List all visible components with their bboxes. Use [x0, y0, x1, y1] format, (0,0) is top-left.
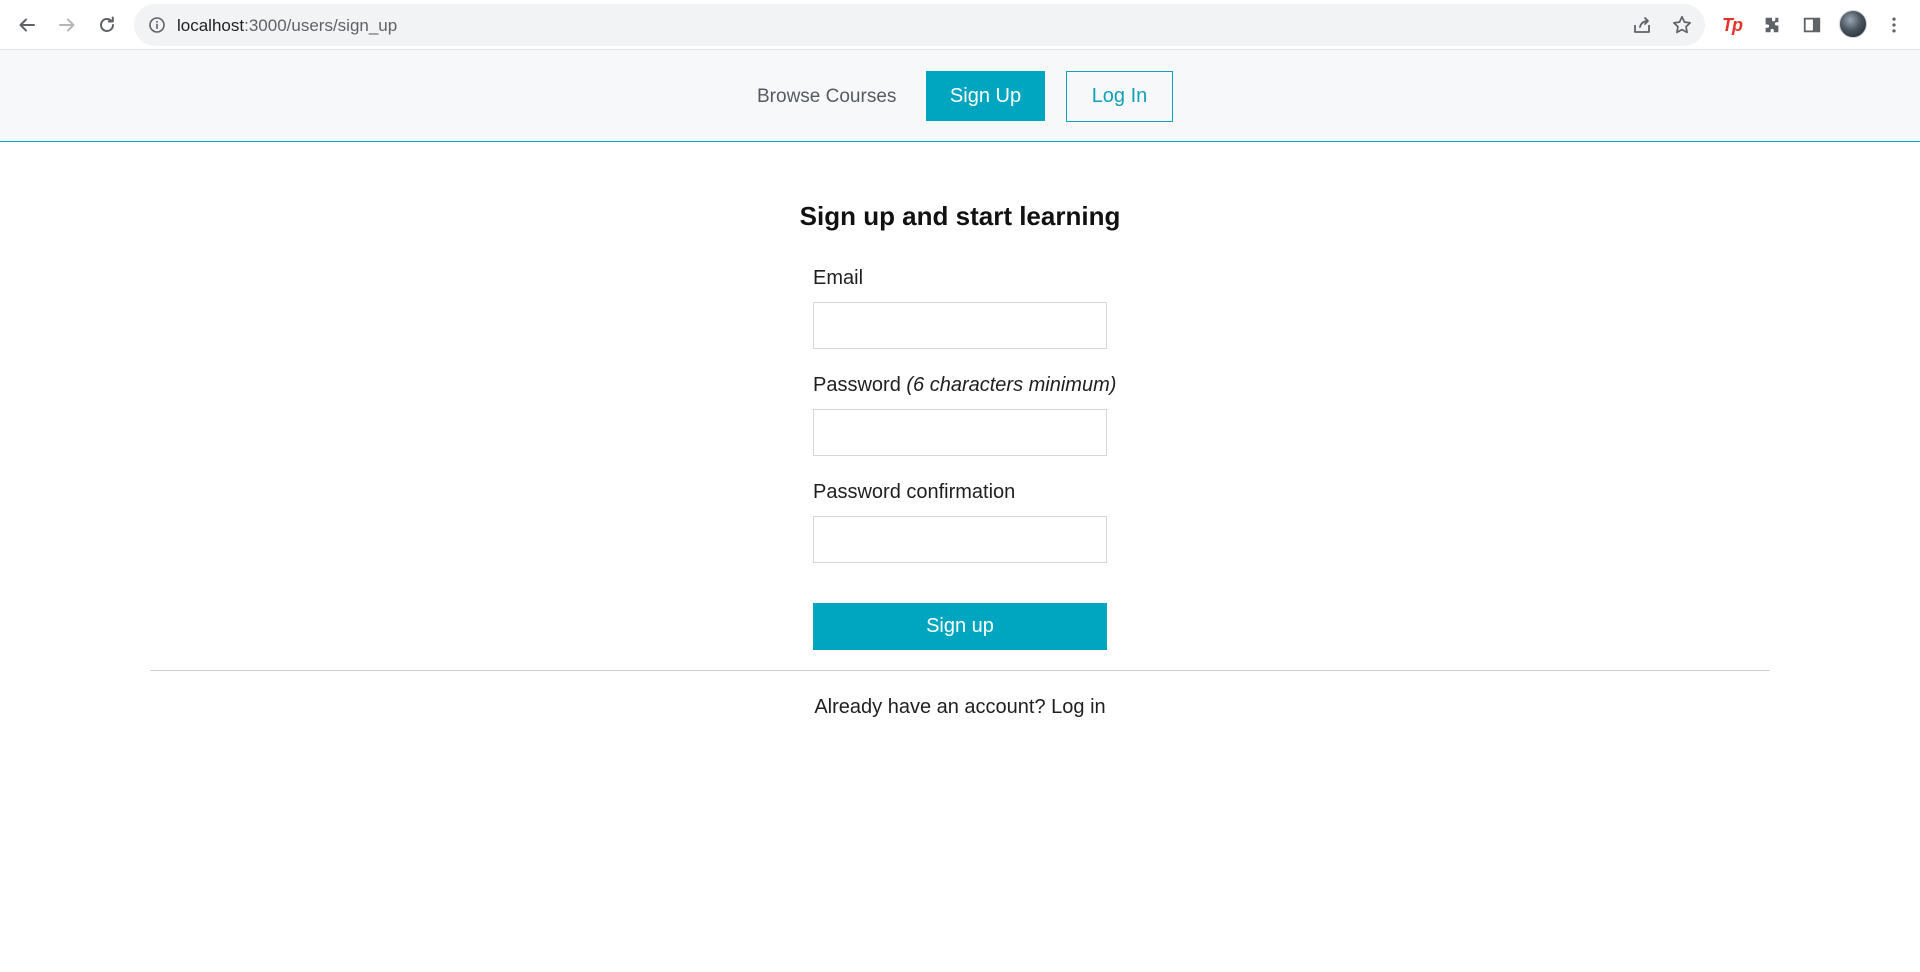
email-label: Email: [813, 267, 864, 289]
password-confirmation-label: Password confirmation: [813, 481, 1016, 503]
kebab-menu-icon: [1892, 17, 1896, 33]
share-icon[interactable]: [1631, 14, 1653, 36]
back-button[interactable]: [11, 9, 43, 41]
header-sign-up-button[interactable]: Sign Up: [926, 71, 1045, 121]
password-field[interactable]: [813, 409, 1107, 456]
arrow-left-icon: [19, 18, 35, 32]
url-path: :3000/users/sign_up: [244, 16, 398, 35]
password-label-text: Password: [813, 374, 901, 396]
reload-icon: [100, 16, 114, 32]
extensions-button[interactable]: [1758, 11, 1786, 39]
url-text[interactable]: localhost:3000/users/sign_up: [177, 16, 397, 36]
browse-courses-link[interactable]: Browse Courses: [757, 86, 896, 108]
form-divider: [150, 670, 1770, 671]
info-icon[interactable]: [148, 16, 166, 34]
login-prompt: Already have an account? Log in: [0, 696, 1920, 719]
side-panel-icon: [1803, 17, 1821, 33]
profile-avatar[interactable]: [1839, 10, 1867, 38]
address-bar[interactable]: localhost:3000/users/sign_up: [134, 4, 1705, 46]
login-prompt-text: Already have an account?: [814, 696, 1046, 718]
tp-extension-icon: Tp: [1722, 14, 1743, 35]
forward-button[interactable]: [51, 9, 83, 41]
password-confirmation-field[interactable]: [813, 516, 1107, 563]
page-title: Sign up and start learning: [799, 201, 1121, 231]
password-hint: (6 characters minimum): [906, 374, 1117, 396]
site-header: Browse Courses Sign Up Log In: [0, 50, 1920, 142]
side-panel-button[interactable]: [1798, 11, 1826, 39]
puzzle-icon: [1765, 17, 1779, 33]
extension-tp-button[interactable]: Tp: [1718, 11, 1746, 39]
sign-up-submit-button[interactable]: Sign up: [813, 603, 1107, 650]
browser-toolbar: localhost:3000/users/sign_up Tp: [0, 0, 1920, 50]
browser-menu-button[interactable]: [1880, 11, 1908, 39]
header-log-in-button[interactable]: Log In: [1066, 71, 1173, 122]
log-in-link[interactable]: Log in: [1051, 696, 1106, 718]
arrow-right-icon: [59, 18, 75, 32]
reload-button[interactable]: [91, 9, 123, 41]
password-label: Password (6 characters minimum): [813, 374, 1116, 397]
email-field[interactable]: [813, 302, 1107, 349]
url-host: localhost: [177, 16, 245, 35]
star-icon[interactable]: [1671, 14, 1693, 36]
